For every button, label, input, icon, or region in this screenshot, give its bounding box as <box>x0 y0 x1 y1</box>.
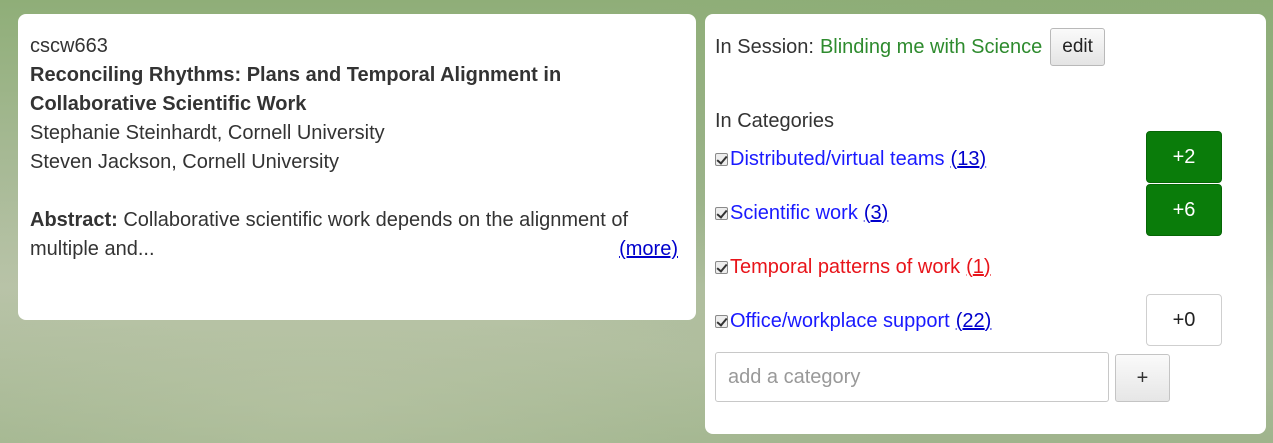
category-label[interactable]: Distributed/virtual teams <box>730 148 945 171</box>
category-item: Temporal patterns of work (1) <box>715 252 991 282</box>
category-item: Distributed/virtual teams (13) <box>715 144 986 174</box>
category-label[interactable]: Temporal patterns of work <box>730 256 960 279</box>
category-checkbox[interactable] <box>715 260 728 274</box>
abstract-text: Collaborative scientific work depends on… <box>30 209 629 260</box>
category-checkbox[interactable] <box>715 206 728 220</box>
category-count-link[interactable]: (3) <box>864 202 888 225</box>
categories-heading: In Categories <box>715 110 834 132</box>
abstract-label: Abstract: <box>30 209 118 231</box>
edit-session-button[interactable]: edit <box>1050 28 1105 66</box>
vote-button[interactable]: +2 <box>1146 131 1222 183</box>
session-row: In Session: Blinding me with Science edi… <box>715 28 1105 66</box>
add-category-input[interactable] <box>715 352 1109 402</box>
category-checkbox[interactable] <box>715 152 728 166</box>
more-link[interactable]: (more) <box>619 235 678 264</box>
paper-id: cscw663 <box>30 35 108 57</box>
abstract: Abstract: Collaborative scientific work … <box>30 206 684 264</box>
category-item: Scientific work (3) <box>715 198 888 228</box>
add-category-button[interactable]: + <box>1115 354 1170 402</box>
category-count-link[interactable]: (1) <box>966 256 990 279</box>
vote-button[interactable]: +6 <box>1146 184 1222 236</box>
vote-button[interactable]: +0 <box>1146 294 1222 346</box>
author-item: Stephanie Steinhardt, Cornell University <box>30 122 385 144</box>
author-item: Steven Jackson, Cornell University <box>30 151 340 173</box>
session-label: In Session: <box>715 35 814 58</box>
category-count-link[interactable]: (13) <box>951 148 987 171</box>
paper-title: Reconciling Rhythms: Plans and Temporal … <box>30 64 562 115</box>
category-label[interactable]: Office/workplace support <box>730 310 950 333</box>
author-list: Stephanie Steinhardt, Cornell University… <box>30 119 684 177</box>
session-card: In Session: Blinding me with Science edi… <box>705 14 1266 434</box>
category-checkbox[interactable] <box>715 314 728 328</box>
category-item: Office/workplace support (22) <box>715 306 991 336</box>
session-name: Blinding me with Science <box>819 35 1043 58</box>
paper-card: cscw663 Reconciling Rhythms: Plans and T… <box>18 14 696 320</box>
category-count-link[interactable]: (22) <box>956 310 992 333</box>
category-label[interactable]: Scientific work <box>730 202 858 225</box>
